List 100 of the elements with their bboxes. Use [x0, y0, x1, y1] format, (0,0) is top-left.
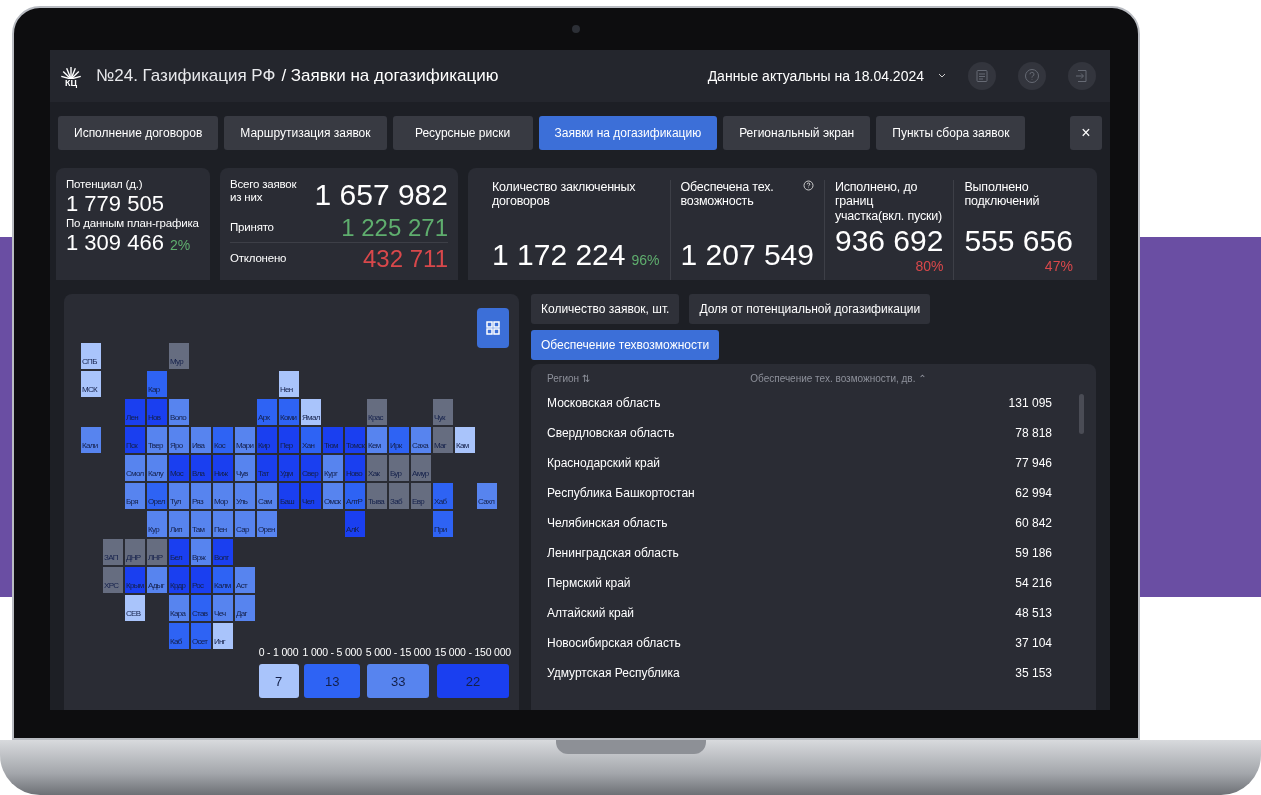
region-tile[interactable]: Мур [168, 342, 190, 370]
region-tile[interactable]: Ново [344, 454, 366, 482]
region-tile[interactable]: Амур [410, 454, 432, 482]
region-tile[interactable]: Тат [256, 454, 278, 482]
region-tile[interactable]: Крым [124, 566, 146, 594]
help-button[interactable] [1018, 62, 1046, 90]
region-tile[interactable]: Кам [454, 426, 476, 454]
region-tile[interactable]: При [432, 510, 454, 538]
region-tile[interactable]: Уль [234, 482, 256, 510]
region-tile[interactable]: Ирк [388, 426, 410, 454]
region-tile[interactable]: СЕВ [124, 594, 146, 622]
view-toggle[interactable]: Доля от потенциальной догазификации [689, 294, 931, 324]
region-tile[interactable]: ХРС [102, 566, 124, 594]
region-tile[interactable]: Чук [432, 398, 454, 426]
region-tile[interactable]: Бел [168, 538, 190, 566]
nav-tab[interactable]: Региональный экран [723, 116, 871, 150]
region-tile[interactable]: Нен [278, 370, 300, 398]
region-tile[interactable]: Орен [256, 510, 278, 538]
region-tile[interactable]: Даг [234, 594, 256, 622]
region-tile[interactable]: Кара [168, 594, 190, 622]
notes-button[interactable] [968, 62, 996, 90]
region-tile[interactable]: Аст [234, 566, 256, 594]
region-tile[interactable]: АлК [344, 510, 366, 538]
region-tile[interactable]: Свер [300, 454, 322, 482]
region-tile[interactable]: Сам [256, 482, 278, 510]
region-tile[interactable]: ЛНР [146, 538, 168, 566]
region-tile[interactable]: Евр [410, 482, 432, 510]
nav-tab[interactable]: Заявки на догазификацию [538, 116, 718, 150]
region-tile[interactable]: Удм [278, 454, 300, 482]
region-tile[interactable]: Кали [80, 426, 102, 454]
region-tile[interactable]: Лен [124, 398, 146, 426]
region-tile[interactable]: Арх [256, 398, 278, 426]
nav-tab[interactable]: Исполнение договоров [58, 116, 219, 150]
region-tile[interactable]: Пер [278, 426, 300, 454]
nav-tab[interactable]: Маршрутизация заявок [224, 116, 387, 150]
region-tile[interactable]: Маг [432, 426, 454, 454]
region-tile[interactable]: Калу [146, 454, 168, 482]
region-tile[interactable]: Волг [212, 538, 234, 566]
region-tile[interactable]: Чув [234, 454, 256, 482]
region-tile[interactable]: Чеч [212, 594, 234, 622]
region-tile[interactable]: СПБ [80, 342, 102, 370]
region-tile[interactable]: Воло [168, 398, 190, 426]
region-tile[interactable]: Крас [366, 398, 388, 426]
region-tile[interactable]: Смол [124, 454, 146, 482]
region-tile[interactable]: Мос [168, 454, 190, 482]
region-tile[interactable]: Там [190, 510, 212, 538]
scrollbar[interactable] [1079, 394, 1084, 434]
column-header[interactable]: Регион ⇅ [547, 372, 591, 384]
region-tile[interactable]: Чел [300, 482, 322, 510]
region-tile[interactable]: Ямал [300, 398, 322, 426]
region-tile[interactable]: МСК [80, 370, 102, 398]
region-tile[interactable]: Каб [168, 622, 190, 650]
region-tile[interactable]: Твер [146, 426, 168, 454]
region-tile[interactable]: Сахл [476, 482, 498, 510]
region-tile[interactable]: Яро [168, 426, 190, 454]
region-tile[interactable]: Ива [190, 426, 212, 454]
nav-tab[interactable]: Ресурсные риски [392, 116, 533, 150]
view-toggle[interactable]: Обеспечение техвозможности [531, 330, 720, 360]
column-header[interactable]: Обеспечение тех. возможности, дв. ⌃ [750, 372, 927, 384]
region-tile[interactable]: Кург [322, 454, 344, 482]
region-tile[interactable]: Кем [366, 426, 388, 454]
region-tile[interactable]: Врж [190, 538, 212, 566]
region-tile[interactable]: Хак [366, 454, 388, 482]
region-tile[interactable]: Ниж [212, 454, 234, 482]
view-toggle[interactable]: Количество заявок, шт. [531, 294, 680, 324]
region-tile[interactable]: Став [190, 594, 212, 622]
region-tile[interactable]: Адыг [146, 566, 168, 594]
grid-view-button[interactable] [477, 308, 509, 348]
region-tile[interactable]: Калм [212, 566, 234, 594]
region-tile[interactable]: Бря [124, 482, 146, 510]
region-tile[interactable]: ЗАП [102, 538, 124, 566]
region-tile[interactable]: Крдр [168, 566, 190, 594]
region-tile[interactable]: Заб [388, 482, 410, 510]
region-tile[interactable]: Вла [190, 454, 212, 482]
region-tile[interactable]: Хаб [432, 482, 454, 510]
region-tile[interactable]: Инг [212, 622, 234, 650]
region-tile[interactable]: Тыва [366, 482, 388, 510]
region-tile[interactable]: Томск [344, 426, 366, 454]
region-tile[interactable]: Мари [234, 426, 256, 454]
region-tile[interactable]: Тул [168, 482, 190, 510]
region-tile[interactable]: Пск [124, 426, 146, 454]
region-tile[interactable]: Омск [322, 482, 344, 510]
close-button[interactable]: × [1070, 116, 1102, 150]
region-tile[interactable]: Рос [190, 566, 212, 594]
region-tile[interactable]: Баш [278, 482, 300, 510]
region-tile[interactable]: ДНР [124, 538, 146, 566]
region-tile[interactable]: Кар [146, 370, 168, 398]
region-tile[interactable]: Орел [146, 482, 168, 510]
region-tile[interactable]: Хан [300, 426, 322, 454]
region-tile[interactable]: Нов [146, 398, 168, 426]
region-tile[interactable]: Бур [388, 454, 410, 482]
region-tile[interactable]: АлтР [344, 482, 366, 510]
region-tile[interactable]: Кир [256, 426, 278, 454]
region-tile[interactable]: Пен [212, 510, 234, 538]
region-tile[interactable]: Осет [190, 622, 212, 650]
region-tile[interactable]: Коми [278, 398, 300, 426]
region-tile[interactable]: Кос [212, 426, 234, 454]
logout-button[interactable] [1068, 62, 1096, 90]
region-tile[interactable]: Кур [146, 510, 168, 538]
region-tile[interactable]: Саха [410, 426, 432, 454]
